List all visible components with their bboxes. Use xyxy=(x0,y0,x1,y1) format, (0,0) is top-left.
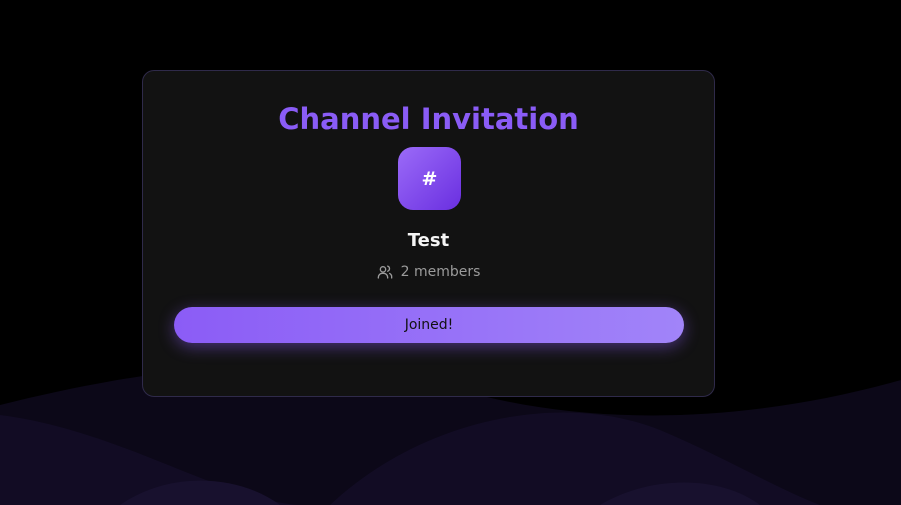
invitation-card: Channel Invitation # Test 2 members Join… xyxy=(142,70,715,397)
page-background: Channel Invitation # Test 2 members Join… xyxy=(0,0,901,505)
member-count-label: 2 members xyxy=(400,264,481,280)
users-icon xyxy=(377,264,393,280)
channel-avatar: # xyxy=(398,147,461,210)
channel-name: Test xyxy=(407,230,450,251)
joined-button[interactable]: Joined! xyxy=(174,307,684,343)
page-title: Channel Invitation xyxy=(278,102,579,136)
hash-icon: # xyxy=(421,167,438,190)
member-count: 2 members xyxy=(143,263,714,281)
